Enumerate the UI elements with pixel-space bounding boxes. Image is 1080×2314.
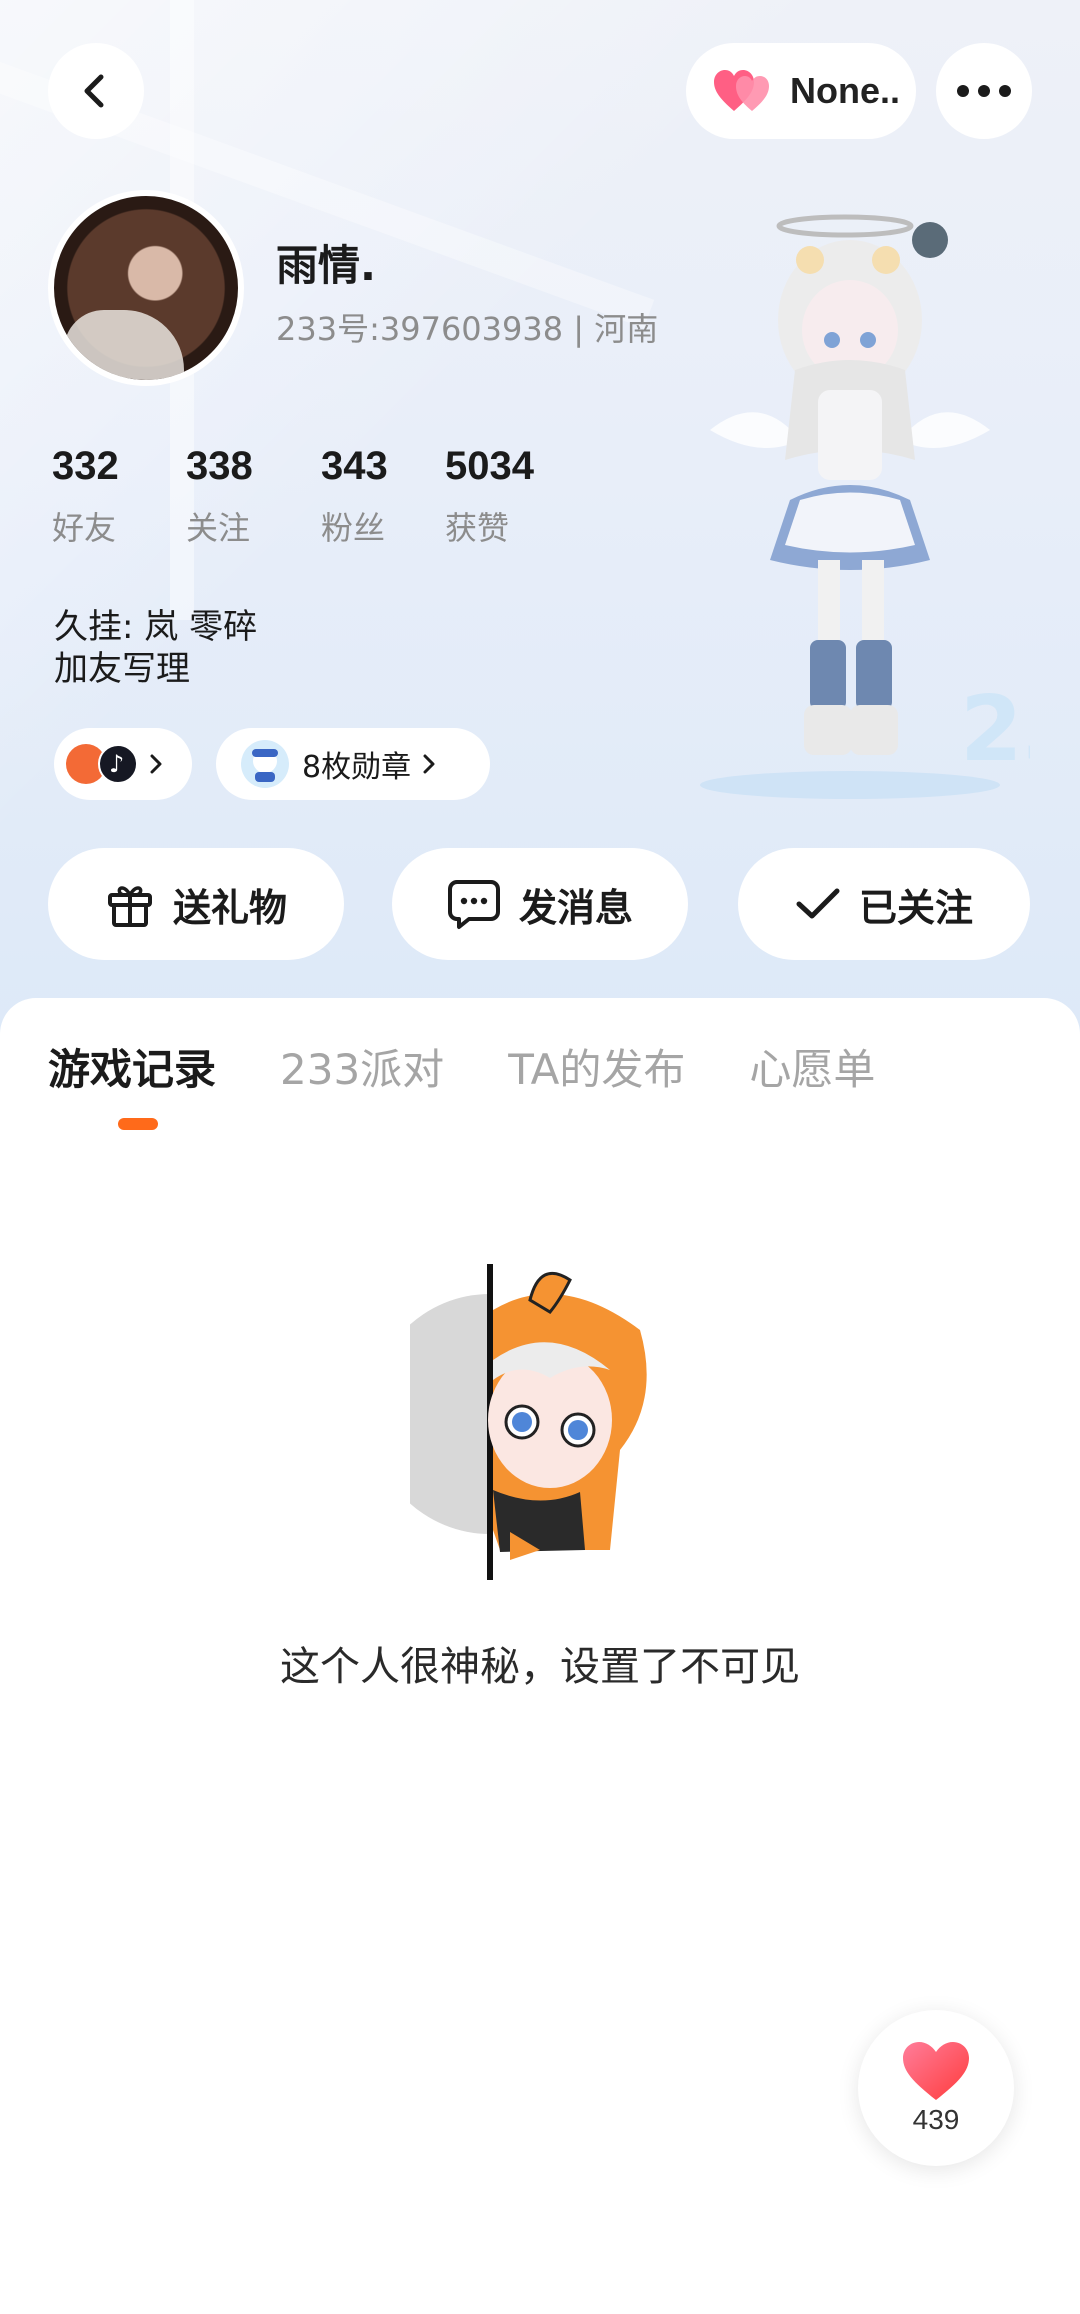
check-icon — [796, 888, 840, 919]
like-button[interactable]: 439 — [858, 2010, 1014, 2166]
tab-posts[interactable]: TA的发布 — [508, 1036, 685, 1097]
tiktok-icon — [98, 744, 138, 784]
medals-chip[interactable]: 8枚勋章 — [216, 728, 490, 800]
social-accounts-chip[interactable] — [54, 728, 192, 800]
send-message-button[interactable]: 发消息 — [392, 848, 688, 960]
profile-tabs: 游戏记录 233派对 TA的发布 心愿单 — [48, 1036, 939, 1097]
stat-followers[interactable]: 343 粉丝 — [321, 444, 445, 549]
stat-label: 粉丝 — [321, 509, 386, 547]
stat-value: 5034 — [445, 444, 534, 488]
double-heart-icon — [714, 70, 769, 111]
tab-233-party[interactable]: 233派对 — [280, 1036, 444, 1097]
following-label: 已关注 — [858, 885, 973, 930]
empty-state-message: 这个人很神秘，设置了不可见 — [280, 1644, 800, 1690]
stat-following[interactable]: 338 关注 — [186, 444, 321, 549]
gift-icon — [107, 886, 152, 927]
user-id-location: 233号:397603938 | 河南 — [276, 310, 659, 348]
like-count: 439 — [912, 2104, 960, 2135]
stat-label: 关注 — [186, 509, 251, 547]
stat-likes[interactable]: 5034 获赞 — [445, 444, 575, 549]
status-pill-button[interactable]: None.. — [686, 43, 916, 139]
medal-avatar-icon — [241, 740, 289, 788]
back-icon — [84, 74, 104, 108]
stat-value: 338 — [186, 444, 253, 488]
stat-value: 332 — [52, 444, 119, 488]
stat-value: 343 — [321, 444, 388, 488]
bio-line: 久挂: 岚 零碎 — [54, 607, 258, 647]
hidden-content-illustration — [410, 1264, 647, 1580]
bio: 久挂: 岚 零碎 加友写理 — [54, 606, 257, 690]
following-button[interactable]: 已关注 — [738, 848, 1030, 960]
more-options-button[interactable] — [936, 43, 1032, 139]
back-button[interactable] — [48, 43, 144, 139]
send-message-label: 发消息 — [518, 885, 633, 930]
status-pill-label: None.. — [790, 70, 901, 111]
chevron-right-icon — [423, 754, 435, 774]
send-gift-label: 送礼物 — [172, 885, 287, 930]
tab-game-records[interactable]: 游戏记录 — [48, 1036, 216, 1097]
heart-icon — [903, 2042, 969, 2100]
username: 雨情. — [276, 241, 376, 290]
more-icon — [957, 85, 1011, 97]
avatar-character-illustration[interactable]: 233 — [700, 200, 1030, 800]
chevron-right-icon — [150, 754, 162, 774]
message-icon — [447, 880, 500, 929]
send-gift-button[interactable]: 送礼物 — [48, 848, 344, 960]
active-tab-indicator — [118, 1118, 158, 1130]
stats-row: 332 好友 338 关注 343 粉丝 5034 获赞 — [52, 444, 575, 549]
svg-text:233: 233 — [960, 677, 1030, 782]
tab-wishlist[interactable]: 心愿单 — [749, 1036, 875, 1097]
avatar[interactable] — [48, 190, 244, 386]
bio-line: 加友写理 — [54, 649, 190, 689]
stat-friends[interactable]: 332 好友 — [52, 444, 186, 549]
stat-label: 获赞 — [445, 509, 510, 547]
stat-label: 好友 — [52, 509, 117, 547]
medals-label: 8枚勋章 — [302, 750, 412, 785]
